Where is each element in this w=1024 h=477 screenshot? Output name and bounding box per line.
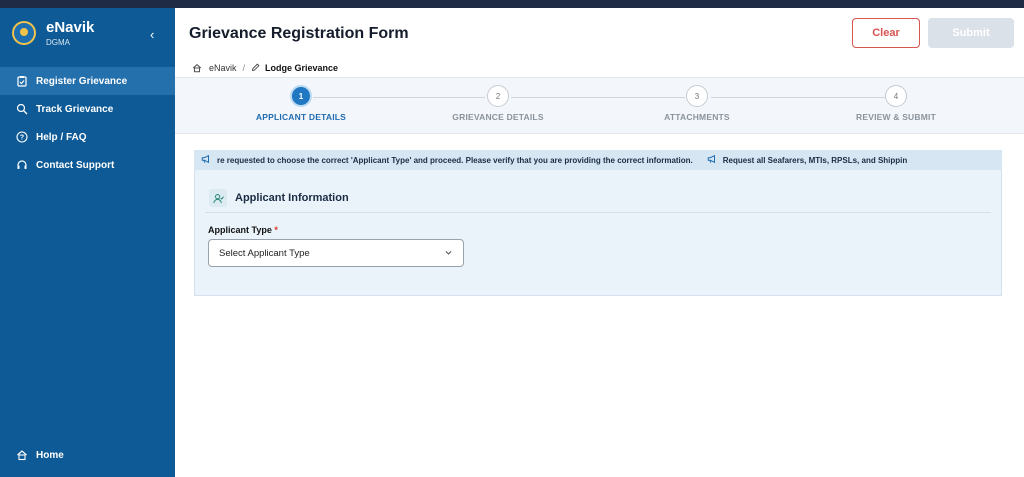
sidebar-item-label: Track Grievance	[36, 103, 114, 115]
step-applicant-details[interactable]: 1 APPLICANT DETAILS	[221, 85, 381, 122]
divider	[205, 212, 991, 213]
announcement-ticker: re requested to choose the correct 'Appl…	[194, 150, 1002, 170]
breadcrumb-separator: /	[242, 62, 246, 73]
page-title: Grievance Registration Form	[189, 25, 409, 42]
applicant-info-panel: Applicant Information Applicant Type * S…	[194, 170, 1002, 296]
chevron-down-icon	[444, 248, 453, 259]
home-icon[interactable]	[192, 63, 202, 73]
sidebar-item-register-grievance[interactable]: Register Grievance	[0, 67, 175, 95]
sidebar-item-help-faq[interactable]: ? Help / FAQ	[0, 123, 175, 151]
sidebar-item-home[interactable]: Home	[0, 441, 175, 469]
brand: eNavik DGMA	[0, 8, 175, 58]
breadcrumb-root[interactable]: eNavik	[209, 63, 237, 73]
applicant-type-label: Applicant Type *	[208, 225, 278, 235]
step-review-submit[interactable]: 4 REVIEW & SUBMIT	[816, 85, 976, 122]
page-header: Grievance Registration Form Clear Submit	[175, 8, 1024, 58]
home-icon	[15, 448, 29, 462]
step-label: GRIEVANCE DETAILS	[452, 112, 544, 122]
applicant-type-select[interactable]: Select Applicant Type	[208, 239, 464, 267]
step-grievance-details[interactable]: 2 GRIEVANCE DETAILS	[418, 85, 578, 122]
clipboard-icon	[15, 74, 29, 88]
step-label: APPLICANT DETAILS	[255, 112, 347, 122]
user-check-icon	[209, 189, 227, 207]
step-label: ATTACHMENTS	[664, 112, 730, 122]
sidebar-item-contact-support[interactable]: Contact Support	[0, 151, 175, 179]
sidebar-item-label: Register Grievance	[36, 75, 128, 87]
required-marker: *	[274, 225, 278, 235]
panel-heading: Applicant Information	[209, 189, 349, 207]
logo-icon	[12, 21, 36, 45]
top-strip	[0, 0, 1024, 8]
step-number: 4	[885, 85, 907, 107]
app-title: eNavik	[46, 18, 95, 36]
main-content: Grievance Registration Form Clear Submit…	[175, 8, 1024, 477]
select-value: Select Applicant Type	[219, 247, 310, 259]
help-circle-icon: ?	[15, 130, 29, 144]
sidebar-item-label: Contact Support	[36, 159, 115, 171]
step-number: 3	[686, 85, 708, 107]
ticker-message: Request all Seafarers, MTIs, RPSLs, and …	[722, 155, 908, 165]
stepper: 1 APPLICANT DETAILS 2 GRIEVANCE DETAILS …	[175, 78, 1024, 134]
sidebar: eNavik DGMA ‹ Register Grievance Track G…	[0, 8, 175, 477]
sidebar-nav: Register Grievance Track Grievance ? Hel…	[0, 67, 175, 179]
clear-button[interactable]: Clear	[852, 18, 920, 48]
section-title: Applicant Information	[235, 192, 349, 204]
app-subtitle: DGMA	[46, 37, 70, 47]
megaphone-icon	[201, 154, 211, 166]
search-icon	[15, 102, 29, 116]
step-number: 2	[487, 85, 509, 107]
ticker-message: re requested to choose the correct 'Appl…	[217, 155, 693, 165]
sidebar-item-track-grievance[interactable]: Track Grievance	[0, 95, 175, 123]
breadcrumb-current: Lodge Grievance	[265, 62, 339, 73]
sidebar-item-label: Help / FAQ	[36, 131, 87, 143]
svg-text:?: ?	[20, 135, 24, 142]
step-label: REVIEW & SUBMIT	[856, 112, 936, 122]
megaphone-icon	[707, 154, 717, 166]
submit-button[interactable]: Submit	[928, 18, 1014, 48]
headset-icon	[15, 158, 29, 172]
edit-icon	[251, 63, 260, 72]
breadcrumb: eNavik / Lodge Grievance	[175, 58, 1024, 78]
chevron-left-icon[interactable]: ‹	[150, 27, 154, 42]
sidebar-item-label: Home	[36, 449, 64, 461]
step-number: 1	[290, 85, 312, 107]
step-attachments[interactable]: 3 ATTACHMENTS	[617, 85, 777, 122]
